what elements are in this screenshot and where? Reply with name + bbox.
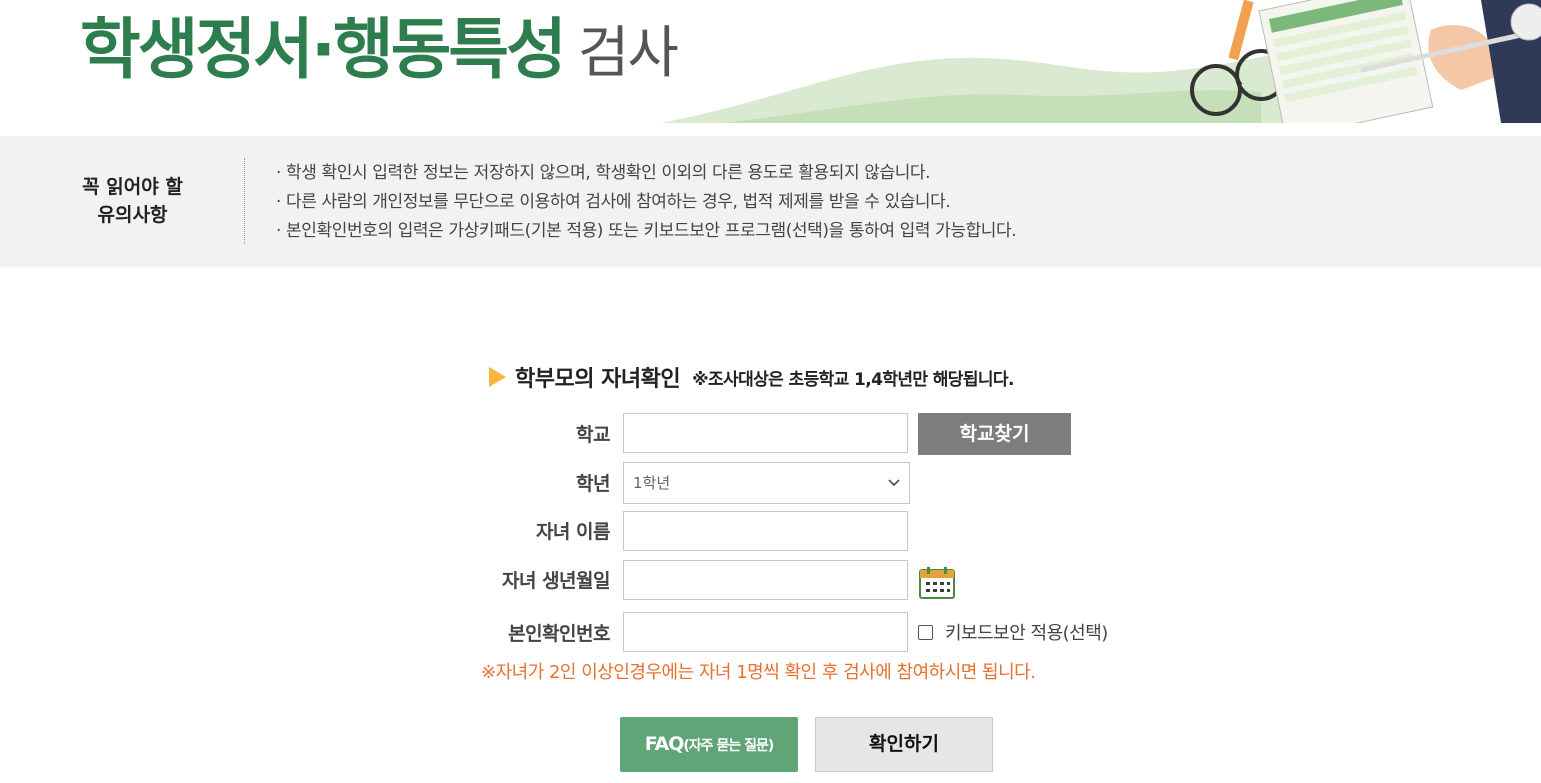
header-illustration <box>661 0 1541 123</box>
page-title: 학생정서·행동특성 검사 <box>80 0 679 100</box>
verify-number-label: 본인확인번호 <box>508 623 610 645</box>
verify-number-input[interactable] <box>623 612 908 652</box>
child-name-label: 자녀 이름 <box>535 521 611 543</box>
page-title-sub: 검사 <box>577 21 679 86</box>
keyboard-security-checkbox[interactable] <box>918 624 933 640</box>
child-birth-input[interactable] <box>623 560 908 600</box>
faq-button-sublabel: (자주 묻는 질문) <box>683 738 774 754</box>
notice-title: 꼭 읽어야 할 유의사항 <box>60 173 205 229</box>
notice-item: · 다른 사람의 개인정보를 무단으로 이용하여 검사에 참여하는 경우, 법적… <box>276 192 951 212</box>
chevron-down-icon <box>888 479 900 487</box>
school-input[interactable] <box>623 413 908 453</box>
school-label: 학교 <box>576 424 610 446</box>
faq-button-label: FAQ <box>644 733 685 755</box>
keyboard-security-label: 키보드보안 적용(선택) <box>945 623 1108 644</box>
notice-title-line1: 꼭 읽어야 할 <box>82 176 183 198</box>
grade-label: 학년 <box>576 473 610 495</box>
multiple-children-warning: ※자녀가 2인 이상인경우에는 자녀 1명씩 확인 후 검사에 참여하시면 됩니… <box>481 662 1036 683</box>
keyboard-security-option[interactable]: 키보드보안 적용(선택) <box>918 619 1108 645</box>
notice-box: 꼭 읽어야 할 유의사항 · 학생 확인시 입력한 정보는 저장하지 않으며, … <box>0 136 1541 267</box>
form-heading-title: 학부모의 자녀확인 <box>515 367 681 392</box>
child-name-input[interactable] <box>623 511 908 551</box>
calendar-icon[interactable] <box>918 566 956 600</box>
notice-list: · 학생 확인시 입력한 정보는 저장하지 않으며, 학생확인 이외의 다른 용… <box>276 159 1017 246</box>
form-heading-note: ※조사대상은 초등학교 1,4학년만 해당됩니다. <box>692 369 1014 390</box>
triangle-arrow-icon <box>489 367 506 387</box>
form-heading: 학부모의 자녀확인 ※조사대상은 초등학교 1,4학년만 해당됩니다. <box>489 361 1014 393</box>
child-birth-label: 자녀 생년월일 <box>502 570 611 592</box>
notice-item: · 학생 확인시 입력한 정보는 저장하지 않으며, 학생확인 이외의 다른 용… <box>276 163 931 183</box>
notice-title-line2: 유의사항 <box>97 204 168 226</box>
notice-item: · 본인확인번호의 입력은 가상키패드(기본 적용) 또는 키보드보안 프로그램… <box>276 221 1017 241</box>
confirm-button[interactable]: 확인하기 <box>815 717 993 772</box>
grade-select[interactable]: 1학년 <box>623 462 910 504</box>
page-title-main: 학생정서·행동특성 <box>80 11 567 88</box>
page-header: 학생정서·행동특성 검사 <box>0 0 1541 123</box>
grade-select-value: 1학년 <box>633 474 671 492</box>
faq-button[interactable]: FAQ(자주 묻는 질문) <box>620 717 798 772</box>
find-school-button[interactable]: 학교찾기 <box>918 413 1071 455</box>
notice-divider <box>244 158 245 244</box>
